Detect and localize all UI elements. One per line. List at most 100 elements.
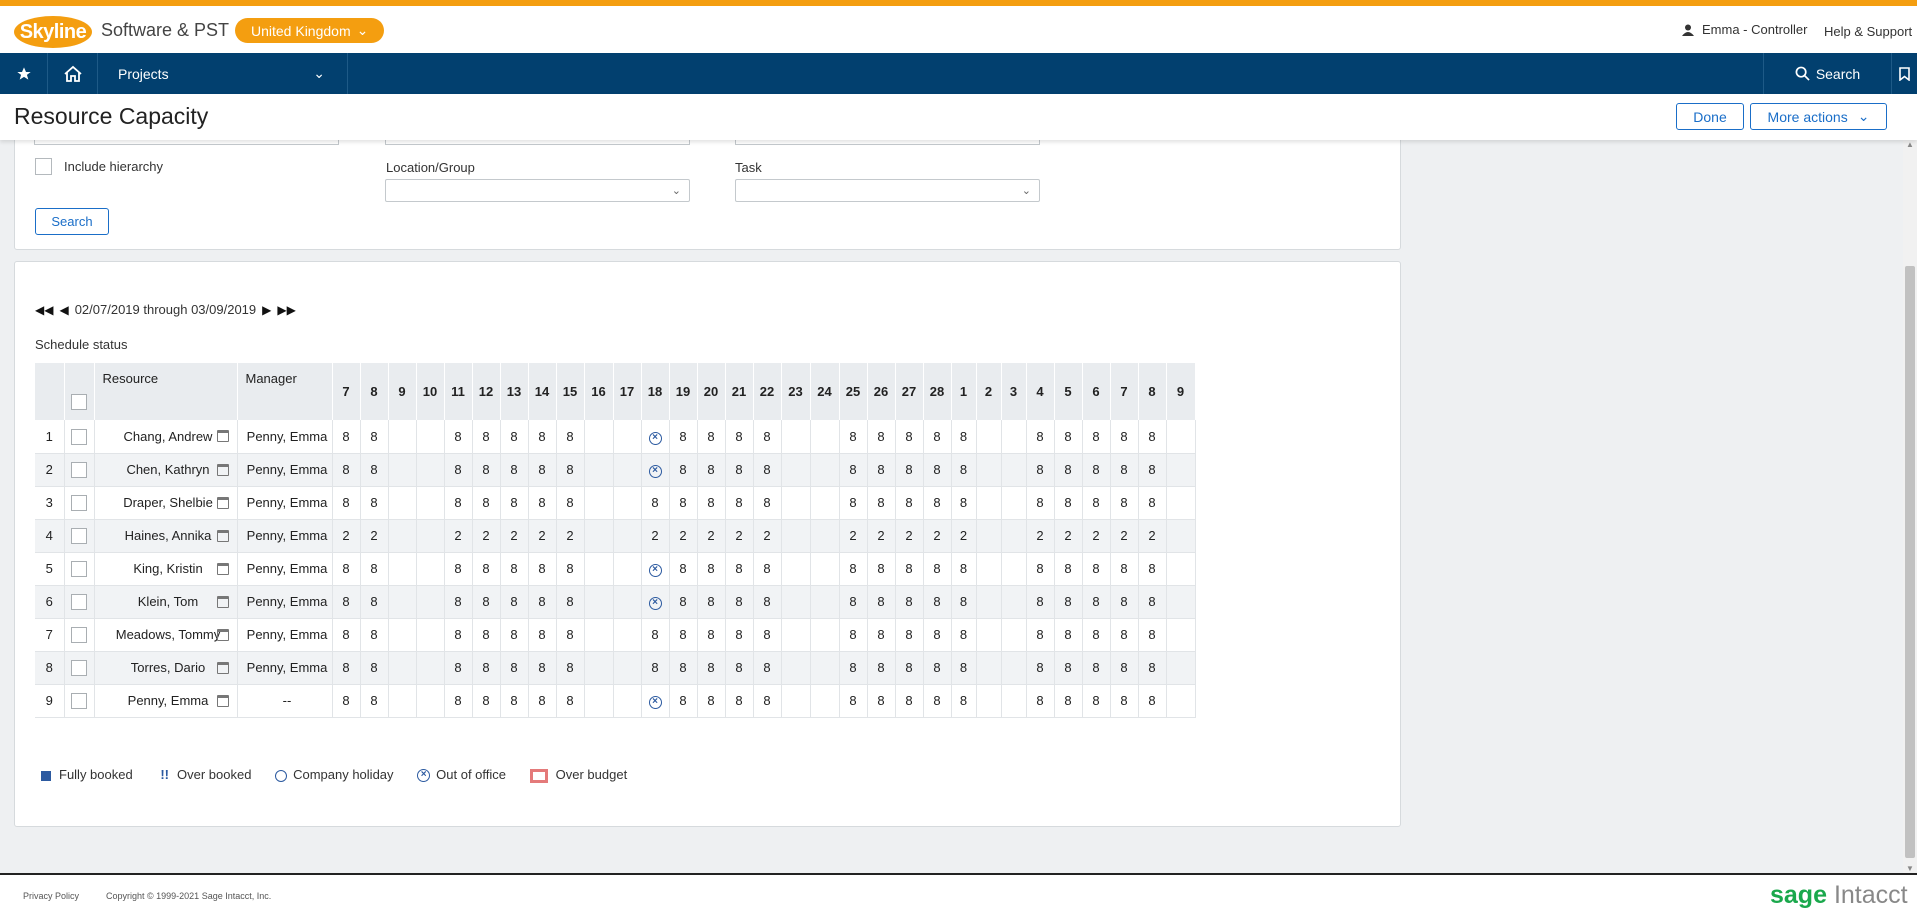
day-cell[interactable] — [976, 684, 1002, 718]
day-cell[interactable] — [584, 651, 614, 685]
day-cell[interactable]: 8 — [1138, 486, 1167, 520]
day-cell[interactable]: 8 — [839, 684, 868, 718]
day-cell[interactable]: 8 — [500, 486, 529, 520]
day-cell[interactable]: 8 — [1082, 552, 1111, 586]
day-cell[interactable]: 8 — [444, 618, 473, 652]
day-cell[interactable]: 8 — [1110, 486, 1139, 520]
day-cell[interactable]: 8 — [725, 651, 754, 685]
day-cell[interactable]: 8 — [1082, 684, 1111, 718]
day-cell[interactable]: 8 — [1082, 651, 1111, 685]
day-cell[interactable] — [613, 420, 642, 454]
day-cell[interactable]: 8 — [725, 420, 754, 454]
day-cell[interactable]: 8 — [1054, 486, 1083, 520]
day-cell[interactable]: 2 — [472, 519, 501, 553]
day-cell[interactable]: 8 — [472, 420, 501, 454]
day-cell[interactable]: 8 — [528, 486, 557, 520]
day-cell[interactable]: 8 — [360, 618, 389, 652]
day-cell[interactable] — [1166, 453, 1196, 487]
day-cell[interactable]: 8 — [867, 585, 896, 619]
day-cell[interactable] — [388, 684, 417, 718]
day-cell[interactable]: 8 — [697, 453, 726, 487]
row-checkbox[interactable] — [71, 428, 87, 445]
day-cell[interactable] — [810, 453, 840, 487]
day-cell[interactable]: 8 — [500, 453, 529, 487]
day-cell[interactable]: 8 — [951, 651, 977, 685]
day-cell[interactable]: 8 — [1026, 585, 1055, 619]
day-cell[interactable]: 2 — [951, 519, 977, 553]
day-cell[interactable] — [584, 618, 614, 652]
day-cell[interactable]: 2 — [1026, 519, 1055, 553]
day-cell[interactable]: 2 — [641, 519, 670, 553]
day-cell[interactable]: 8 — [725, 618, 754, 652]
row-checkbox[interactable] — [71, 494, 87, 511]
day-cell[interactable]: 2 — [360, 519, 389, 553]
day-cell[interactable]: 8 — [360, 651, 389, 685]
day-cell[interactable]: 8 — [556, 585, 585, 619]
day-cell[interactable]: 8 — [332, 453, 361, 487]
day-cell[interactable]: 8 — [839, 486, 868, 520]
day-cell[interactable]: 8 — [895, 486, 924, 520]
day-cell[interactable] — [388, 651, 417, 685]
day-cell[interactable]: 2 — [697, 519, 726, 553]
day-cell[interactable]: 8 — [839, 585, 868, 619]
day-cell[interactable]: 8 — [839, 552, 868, 586]
day-cell[interactable] — [781, 519, 811, 553]
help-support-link[interactable]: Help & Support — [1824, 24, 1912, 39]
day-cell[interactable]: 8 — [923, 486, 952, 520]
day-cell[interactable]: 2 — [1082, 519, 1111, 553]
day-cell[interactable]: 8 — [669, 486, 698, 520]
manager-header[interactable]: Manager — [237, 363, 333, 420]
day-cell[interactable]: 8 — [839, 453, 868, 487]
day-cell[interactable]: 8 — [641, 618, 670, 652]
day-cell[interactable]: 8 — [895, 684, 924, 718]
nav-search-button[interactable]: Search — [1763, 53, 1891, 94]
day-cell[interactable]: 8 — [895, 651, 924, 685]
day-cell[interactable] — [416, 420, 445, 454]
row-checkbox[interactable] — [71, 659, 87, 676]
day-cell[interactable]: 8 — [360, 585, 389, 619]
day-cell[interactable]: 8 — [1054, 618, 1083, 652]
day-cell[interactable] — [976, 552, 1002, 586]
day-cell[interactable]: 8 — [867, 651, 896, 685]
day-cell[interactable]: 8 — [528, 552, 557, 586]
day-cell[interactable]: 8 — [923, 651, 952, 685]
day-cell[interactable]: 8 — [1026, 552, 1055, 586]
day-cell[interactable]: 8 — [697, 585, 726, 619]
company-logo[interactable]: Skyline — [14, 16, 92, 48]
day-cell[interactable] — [781, 486, 811, 520]
day-cell[interactable]: 8 — [923, 585, 952, 619]
day-cell[interactable]: 8 — [444, 552, 473, 586]
day-cell[interactable]: 8 — [725, 552, 754, 586]
calendar-icon[interactable] — [216, 694, 229, 707]
day-cell[interactable] — [584, 585, 614, 619]
day-cell[interactable]: 8 — [500, 420, 529, 454]
day-cell[interactable]: 8 — [500, 552, 529, 586]
day-cell[interactable]: 8 — [669, 453, 698, 487]
day-cell[interactable] — [584, 486, 614, 520]
day-cell[interactable]: 8 — [360, 486, 389, 520]
day-cell[interactable] — [1001, 486, 1027, 520]
day-cell[interactable]: 8 — [332, 420, 361, 454]
day-cell[interactable]: 8 — [360, 420, 389, 454]
day-cell[interactable]: 8 — [1054, 552, 1083, 586]
resource-name[interactable]: Chen, Kathryn — [126, 462, 209, 477]
day-cell[interactable] — [416, 486, 445, 520]
day-cell[interactable]: 8 — [360, 453, 389, 487]
day-cell[interactable]: 8 — [360, 552, 389, 586]
day-cell[interactable] — [781, 618, 811, 652]
day-cell[interactable]: 8 — [951, 453, 977, 487]
day-cell[interactable]: 8 — [556, 618, 585, 652]
scroll-up-icon[interactable]: ▲ — [1906, 140, 1914, 149]
calendar-icon[interactable] — [216, 463, 229, 476]
day-cell[interactable]: 2 — [867, 519, 896, 553]
day-cell[interactable]: 8 — [895, 552, 924, 586]
day-cell[interactable]: 8 — [895, 585, 924, 619]
day-cell[interactable]: 8 — [528, 684, 557, 718]
day-cell[interactable]: 8 — [753, 453, 782, 487]
day-cell[interactable] — [810, 552, 840, 586]
day-cell[interactable]: 8 — [1138, 420, 1167, 454]
day-cell[interactable]: 8 — [1026, 651, 1055, 685]
row-checkbox[interactable] — [71, 626, 87, 643]
day-cell[interactable]: 8 — [669, 651, 698, 685]
day-cell[interactable]: 8 — [753, 618, 782, 652]
